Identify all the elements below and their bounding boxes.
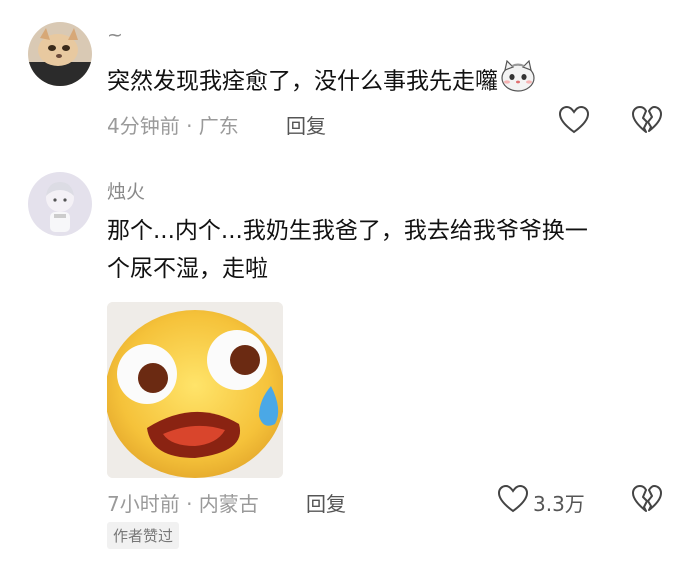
like-icon[interactable] xyxy=(558,105,590,138)
username[interactable]: ~ xyxy=(107,24,123,46)
time-location: 4分钟前 · 广东 xyxy=(107,114,239,138)
comment-text-main: 突然发现我痊愈了，没什么事我先走 xyxy=(107,68,475,95)
avatar[interactable] xyxy=(28,22,92,86)
comment-text: 那个...内个...我奶生我爸了，我去给我爷爷换一 个尿不湿，走啦 xyxy=(107,212,667,288)
username[interactable]: 烛火 xyxy=(107,177,145,204)
time-location: 7小时前 · 内蒙古 xyxy=(107,492,259,516)
comment-1: ~ 突然发现我痊愈了，没什么事我先走囖 4分钟前 · 广东 回复 xyxy=(0,0,690,160)
comment-text-line-1: 那个...内个...我奶生我爸了，我去给我爷爷换一 xyxy=(107,218,588,244)
like-icon[interactable] xyxy=(497,484,529,517)
anime-boy-avatar-icon xyxy=(28,172,92,236)
dislike-icon[interactable] xyxy=(632,485,662,517)
comment-text-end: 囖 xyxy=(475,68,498,95)
shocked-emoji-sticker[interactable] xyxy=(107,302,283,478)
avatar[interactable] xyxy=(28,172,92,236)
cat-face-icon xyxy=(500,59,536,104)
comment-text-line-2: 个尿不湿，走啦 xyxy=(107,256,268,282)
dislike-icon[interactable] xyxy=(632,106,662,138)
author-liked-badge: 作者赞过 xyxy=(107,522,180,549)
comment-2: 烛火 那个...内个...我奶生我爸了，我去给我爷爷换一 个尿不湿，走啦 7小时 xyxy=(0,160,690,563)
reply-button[interactable]: 回复 xyxy=(286,110,326,139)
comment-text: 突然发现我痊愈了，没什么事我先走囖 xyxy=(107,59,536,104)
like-count: 3.3万 xyxy=(533,492,585,516)
reply-button[interactable]: 回复 xyxy=(306,488,346,517)
cat-photo-avatar-icon xyxy=(28,22,92,86)
